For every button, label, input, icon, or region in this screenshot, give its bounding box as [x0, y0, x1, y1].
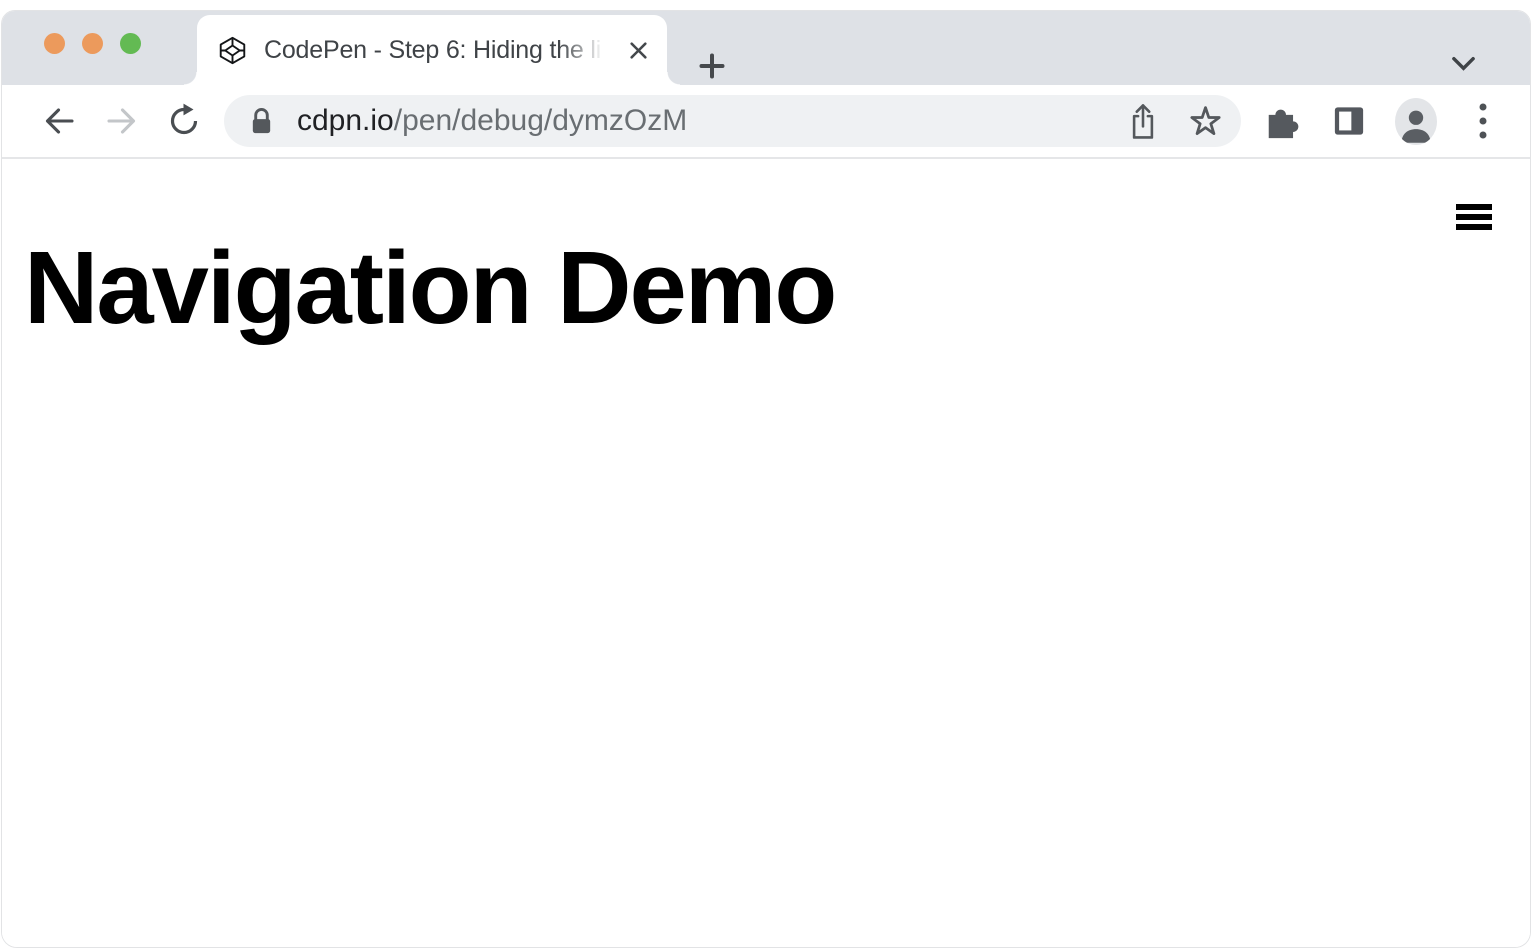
address-bar[interactable]: cdpn.io/pen/debug/dymzOzM: [224, 95, 1241, 147]
share-icon[interactable]: [1123, 99, 1163, 143]
tab-close-icon[interactable]: [625, 37, 651, 63]
tab-title: CodePen - Step 6: Hiding the li: [264, 15, 615, 85]
tab-title-fade: [559, 15, 615, 85]
page-title: Navigation Demo: [24, 230, 837, 345]
person-icon: [1395, 97, 1437, 145]
lock-icon[interactable]: [248, 106, 275, 137]
browser-toolbar: cdpn.io/pen/debug/dymzOzM: [2, 85, 1530, 159]
codepen-logo-icon: [218, 36, 247, 65]
hamburger-bar: [1456, 204, 1492, 210]
browser-titlebar: CodePen - Step 6: Hiding the li: [2, 11, 1530, 85]
profile-button[interactable]: [1395, 97, 1437, 145]
toolbar-right-icons: [1261, 97, 1504, 145]
hamburger-menu-button[interactable]: [1456, 204, 1492, 230]
browser-tab[interactable]: CodePen - Step 6: Hiding the li: [184, 15, 680, 85]
back-arrow-icon[interactable]: [38, 100, 80, 142]
kebab-menu-icon[interactable]: [1462, 98, 1504, 144]
chevron-down-icon[interactable]: [1450, 55, 1476, 73]
url-text: cdpn.io/pen/debug/dymzOzM: [297, 104, 687, 138]
url-path: /pen/debug/dymzOzM: [393, 104, 688, 137]
star-icon[interactable]: [1185, 99, 1225, 143]
reload-icon[interactable]: [163, 100, 205, 142]
hamburger-bar: [1456, 224, 1492, 230]
traffic-lights: [44, 33, 141, 54]
side-panel-icon[interactable]: [1328, 98, 1370, 144]
browser-window: CodePen - Step 6: Hiding the li cdpn.io/…: [1, 10, 1531, 948]
close-window-button[interactable]: [44, 33, 65, 54]
new-tab-button[interactable]: [699, 53, 725, 79]
page-content: Navigation Demo: [2, 159, 1530, 947]
url-domain: cdpn.io: [297, 104, 394, 137]
screenshot-canvas: { "browser": { "window_controls": [ { "n…: [0, 0, 1534, 950]
zoom-window-button[interactable]: [120, 33, 141, 54]
forward-arrow-icon[interactable]: [101, 100, 143, 142]
puzzle-icon[interactable]: [1261, 98, 1303, 144]
hamburger-bar: [1456, 214, 1492, 220]
minimize-window-button[interactable]: [82, 33, 103, 54]
